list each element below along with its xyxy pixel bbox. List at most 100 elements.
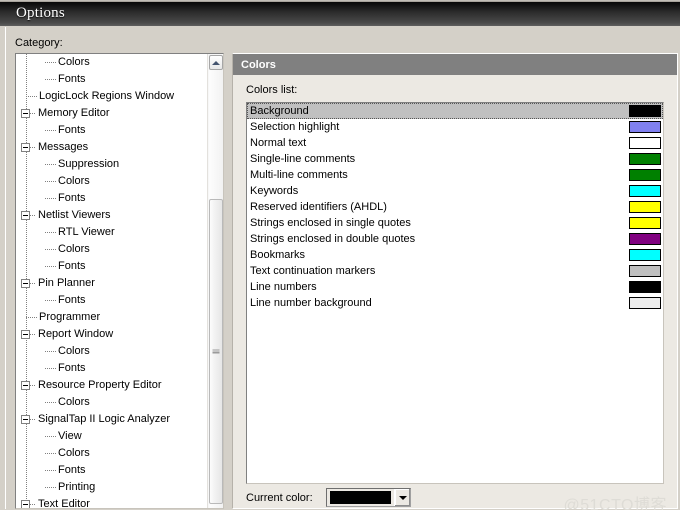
- sidebar-item-pin-planner[interactable]: Pin Planner: [16, 275, 208, 292]
- sidebar-item-suppression[interactable]: Suppression: [16, 156, 208, 173]
- color-list-row[interactable]: Multi-line comments: [247, 167, 663, 183]
- sidebar-item-label: Fonts: [58, 362, 86, 374]
- sidebar-item-fonts[interactable]: Fonts: [16, 190, 208, 207]
- colors-list-label: Colors list:: [246, 84, 298, 96]
- color-list-row[interactable]: Single-line comments: [247, 151, 663, 167]
- current-color-swatch: [330, 491, 391, 504]
- colors-panel: Colors Colors list: Background Selection …: [232, 53, 678, 510]
- scrollbar-up-button[interactable]: [209, 55, 223, 70]
- current-color-swatch-wrap: [327, 489, 394, 506]
- sidebar-item-colors[interactable]: Colors: [16, 54, 208, 71]
- color-list-row[interactable]: Strings enclosed in double quotes: [247, 231, 663, 247]
- sidebar-item-fonts[interactable]: Fonts: [16, 258, 208, 275]
- sidebar-item-fonts[interactable]: Fonts: [16, 462, 208, 479]
- sidebar-item-colors[interactable]: Colors: [16, 343, 208, 360]
- colors-list[interactable]: Background Selection highlight Normal text…: [246, 102, 664, 484]
- tree-connector-line: [45, 402, 56, 403]
- category-tree[interactable]: Colors Fonts LogicLock Regions Window Memor…: [15, 53, 224, 509]
- color-swatch: [629, 265, 661, 277]
- sidebar-item-label: Fonts: [58, 464, 86, 476]
- tree-connector-line: [26, 96, 37, 97]
- sidebar-item-label: Colors: [58, 56, 90, 68]
- tree-expander-minus-icon[interactable]: [21, 143, 30, 152]
- sidebar-item-messages[interactable]: Messages: [16, 139, 208, 156]
- sidebar-item-resource-property-editor[interactable]: Resource Property Editor: [16, 377, 208, 394]
- tree-connector-line: [45, 300, 56, 301]
- color-list-row[interactable]: Reserved identifiers (AHDL): [247, 199, 663, 215]
- dialog-client-area: Category: Colors Fonts LogicLock Regions W…: [0, 26, 680, 510]
- color-list-row[interactable]: Text continuation markers: [247, 263, 663, 279]
- sidebar-item-rtl-viewer[interactable]: RTL Viewer: [16, 224, 208, 241]
- sidebar-item-label: SignalTap II Logic Analyzer: [38, 413, 171, 425]
- sidebar-item-printing[interactable]: Printing: [16, 479, 208, 496]
- sidebar-item-fonts[interactable]: Fonts: [16, 292, 208, 309]
- color-list-row[interactable]: Strings enclosed in single quotes: [247, 215, 663, 231]
- panel-header-title: Colors: [241, 58, 276, 71]
- sidebar-item-netlist-viewers[interactable]: Netlist Viewers: [16, 207, 208, 224]
- color-swatch: [629, 185, 661, 197]
- sidebar-item-report-window[interactable]: Report Window: [16, 326, 208, 343]
- color-swatch: [629, 281, 661, 293]
- tree-expander-minus-icon[interactable]: [21, 211, 30, 220]
- tree-connector-line: [45, 351, 56, 352]
- current-color-dropdown[interactable]: [326, 488, 411, 507]
- sidebar-item-label: Resource Property Editor: [38, 379, 162, 391]
- color-list-row[interactable]: Bookmarks: [247, 247, 663, 263]
- color-list-row[interactable]: Background: [247, 103, 663, 119]
- category-label: Category:: [15, 37, 63, 49]
- color-list-row[interactable]: Normal text: [247, 135, 663, 151]
- sidebar-item-label: Fonts: [58, 294, 86, 306]
- sidebar-item-label: Pin Planner: [38, 277, 95, 289]
- sidebar-item-fonts[interactable]: Fonts: [16, 71, 208, 88]
- tree-connector-line: [45, 368, 56, 369]
- tree-expander-minus-icon[interactable]: [21, 279, 30, 288]
- sidebar-item-text-editor[interactable]: Text Editor: [16, 496, 208, 508]
- sidebar-item-view[interactable]: View: [16, 428, 208, 445]
- sidebar-item-label: Colors: [58, 175, 90, 187]
- category-tree-scrollbar[interactable]: [207, 54, 223, 508]
- sidebar-item-memory-editor[interactable]: Memory Editor: [16, 105, 208, 122]
- tree-connector-line: [45, 436, 56, 437]
- color-row-label: Selection highlight: [250, 121, 340, 133]
- sidebar-item-programmer[interactable]: Programmer: [16, 309, 208, 326]
- tree-connector-line: [26, 317, 37, 318]
- color-row-label: Bookmarks: [250, 249, 306, 261]
- tree-connector-line: [45, 266, 56, 267]
- sidebar-item-logiclock-regions-window[interactable]: LogicLock Regions Window: [16, 88, 208, 105]
- tree-expander-minus-icon[interactable]: [21, 415, 30, 424]
- sidebar-item-signaltap-ii-logic-analyzer[interactable]: SignalTap II Logic Analyzer: [16, 411, 208, 428]
- color-swatch: [629, 169, 661, 181]
- color-row-label: Keywords: [250, 185, 299, 197]
- category-tree-viewport: Colors Fonts LogicLock Regions Window Memor…: [16, 54, 208, 508]
- sidebar-item-label: Report Window: [38, 328, 114, 340]
- tree-expander-minus-icon[interactable]: [21, 500, 30, 508]
- color-swatch: [629, 233, 661, 245]
- color-row-label: Reserved identifiers (AHDL): [250, 201, 387, 213]
- dropdown-button[interactable]: [394, 489, 410, 506]
- tree-expander-minus-icon[interactable]: [21, 381, 30, 390]
- sidebar-item-fonts[interactable]: Fonts: [16, 122, 208, 139]
- options-dialog: Options Category: Colors Fonts LogicLock R…: [0, 0, 680, 510]
- sidebar-item-colors[interactable]: Colors: [16, 394, 208, 411]
- tree-connector-line: [45, 79, 56, 80]
- watermark: @51CTO博客: [563, 497, 667, 510]
- color-row-label: Strings enclosed in double quotes: [250, 233, 416, 245]
- scrollbar-thumb[interactable]: [209, 199, 223, 504]
- color-list-row[interactable]: Line numbers: [247, 279, 663, 295]
- sidebar-item-colors[interactable]: Colors: [16, 173, 208, 190]
- tree-expander-minus-icon[interactable]: [21, 109, 30, 118]
- tree-connector-line: [45, 181, 56, 182]
- tree-expander-minus-icon[interactable]: [21, 330, 30, 339]
- tree-connector-line: [45, 487, 56, 488]
- sidebar-item-label: View: [58, 430, 82, 442]
- color-list-row[interactable]: Line number background: [247, 295, 663, 311]
- sidebar-item-colors[interactable]: Colors: [16, 445, 208, 462]
- sidebar-item-fonts[interactable]: Fonts: [16, 360, 208, 377]
- color-list-row[interactable]: Keywords: [247, 183, 663, 199]
- sidebar-item-colors[interactable]: Colors: [16, 241, 208, 258]
- tree-connector-line: [45, 62, 56, 63]
- sidebar-item-label: Fonts: [58, 73, 86, 85]
- color-list-row[interactable]: Selection highlight: [247, 119, 663, 135]
- tree-connector-line: [45, 453, 56, 454]
- color-swatch: [629, 297, 661, 309]
